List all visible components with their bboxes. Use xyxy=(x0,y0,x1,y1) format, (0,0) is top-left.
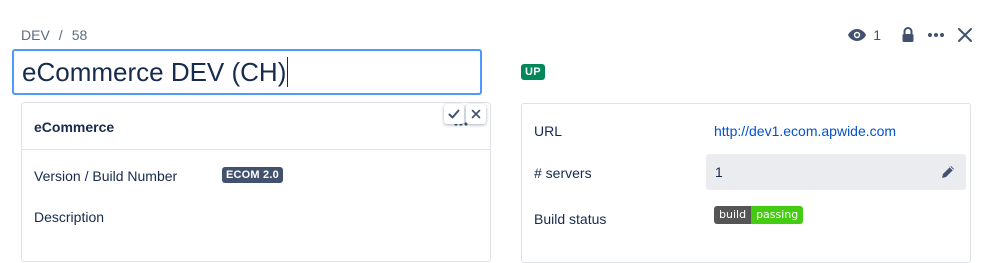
build-badge-left: build xyxy=(714,206,752,224)
build-status-label: Build status xyxy=(534,211,607,227)
attributes-panel: URL http://dev1.ecom.apwide.com # server… xyxy=(521,103,971,263)
servers-label: # servers xyxy=(534,165,592,181)
text-caret xyxy=(287,57,289,87)
watch-count: 1 xyxy=(873,27,881,43)
confirm-button[interactable] xyxy=(444,104,464,124)
environment-name-input[interactable]: eCommerce DEV (CH) xyxy=(12,49,482,95)
watch-button[interactable]: 1 xyxy=(847,27,881,43)
servers-field[interactable]: 1 xyxy=(706,154,966,190)
edit-controls xyxy=(444,104,486,124)
restrictions-button[interactable] xyxy=(901,27,915,43)
servers-value: 1 xyxy=(715,164,723,180)
cancel-button[interactable] xyxy=(466,104,486,124)
lock-icon xyxy=(902,27,914,42)
application-panel: eCommerce Version / Build Number ECOM 2.… xyxy=(21,102,491,262)
environment-name-value: eCommerce DEV (CH) xyxy=(22,56,287,87)
check-icon xyxy=(448,109,460,119)
eye-icon xyxy=(848,29,867,41)
application-panel-header: eCommerce xyxy=(22,103,490,150)
breadcrumb-separator: / xyxy=(58,27,63,43)
more-icon xyxy=(928,33,944,37)
version-badge[interactable]: ECOM 2.0 xyxy=(222,167,283,183)
close-button[interactable] xyxy=(957,27,973,43)
header-actions: 1 xyxy=(847,24,973,46)
pencil-icon[interactable] xyxy=(940,164,956,180)
breadcrumb: DEV / 58 xyxy=(21,27,87,43)
url-link[interactable]: http://dev1.ecom.apwide.com xyxy=(714,123,896,139)
status-badge[interactable]: UP xyxy=(521,64,545,80)
more-actions-button[interactable] xyxy=(927,32,945,38)
build-status-badge[interactable]: build passing xyxy=(714,206,804,224)
url-label: URL xyxy=(534,123,563,139)
close-icon xyxy=(471,109,481,119)
breadcrumb-issue[interactable]: 58 xyxy=(72,27,88,43)
version-label: Version / Build Number xyxy=(34,168,178,184)
breadcrumb-project[interactable]: DEV xyxy=(21,27,50,43)
close-icon xyxy=(958,28,972,42)
build-badge-right: passing xyxy=(751,206,804,224)
description-label: Description xyxy=(34,209,105,225)
application-name: eCommerce xyxy=(34,119,115,135)
